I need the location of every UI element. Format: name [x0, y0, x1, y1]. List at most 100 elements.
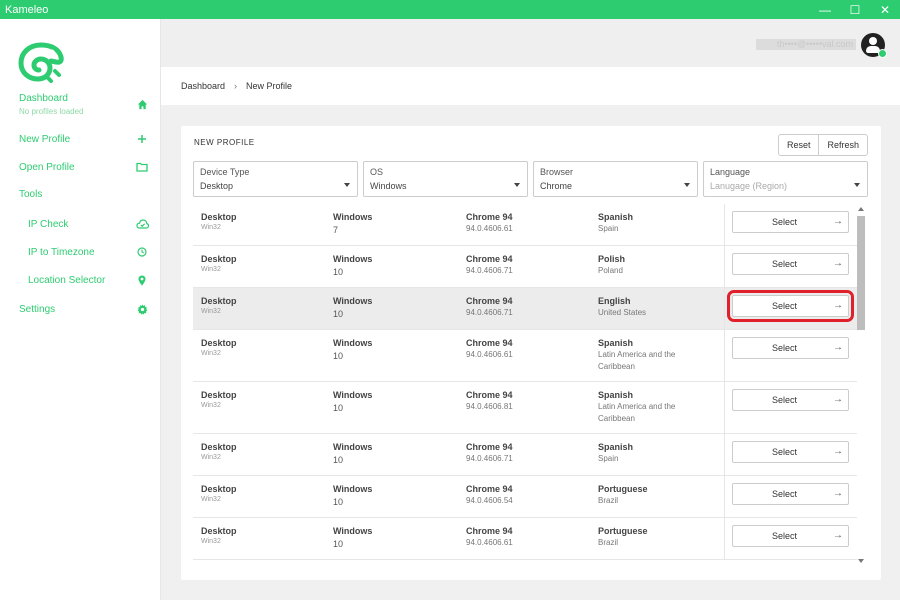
- language-name: English: [598, 296, 631, 306]
- os-cell: Windows 10: [333, 442, 372, 465]
- select-button-label: Select: [771, 217, 797, 227]
- arrow-right-icon: →: [833, 216, 843, 227]
- select-button-label: Select: [771, 259, 797, 269]
- select-profile-button[interactable]: Select →: [732, 337, 849, 359]
- select-profile-button[interactable]: Select →: [732, 389, 849, 411]
- breadcrumb-dashboard-link[interactable]: Dashboard: [181, 81, 225, 91]
- gear-icon: [135, 302, 149, 316]
- language-name: Polish: [598, 254, 626, 264]
- sidebar-item-open-profile[interactable]: Open Profile: [19, 160, 149, 174]
- sidebar-item-new-profile[interactable]: New Profile: [19, 132, 149, 146]
- language-cell: Portuguese Brazil: [598, 484, 708, 507]
- os-select[interactable]: OS Windows: [363, 161, 528, 197]
- device-name: Desktop: [201, 212, 237, 222]
- browser-cell: Chrome 94 94.0.4606.71: [466, 442, 513, 463]
- table-row: Desktop Win32 Windows 10 Chrome 94 94.0.4606.…: [193, 476, 857, 518]
- close-icon[interactable]: ✕: [870, 0, 900, 19]
- browser-name: Chrome 94: [466, 442, 513, 452]
- os-version: 10: [333, 267, 344, 277]
- browser-version: 94.0.4606.54: [466, 496, 513, 505]
- browser-version: 94.0.4606.81: [466, 402, 513, 411]
- arrow-right-icon: →: [833, 530, 843, 541]
- select-profile-button[interactable]: Select →: [732, 483, 849, 505]
- dashboard-status-text: No profiles loaded: [19, 107, 84, 116]
- device-cell: Desktop Win32: [201, 254, 237, 273]
- browser-name: Chrome 94: [466, 254, 513, 264]
- sidebar-item-location-selector[interactable]: Location Selector: [28, 273, 149, 287]
- select-button-label: Select: [771, 343, 797, 353]
- breadcrumb-current: New Profile: [246, 81, 293, 91]
- browser-cell: Chrome 94 94.0.4606.54: [466, 484, 513, 505]
- reset-button[interactable]: Reset: [779, 135, 819, 155]
- select-profile-button[interactable]: Select →: [727, 290, 854, 322]
- profile-list: Desktop Win32 Windows 7 Chrome 94 94.0.4606.6…: [193, 204, 857, 566]
- os-version: 10: [333, 309, 344, 319]
- os-name: Windows: [333, 526, 373, 536]
- select-button-label: Select: [771, 301, 797, 311]
- sidebar-item-ip-to-timezone[interactable]: IP to Timezone: [28, 245, 149, 259]
- avatar[interactable]: [861, 33, 887, 58]
- browser-name: Chrome 94: [466, 338, 513, 348]
- card-actions: Reset Refresh: [777, 134, 868, 156]
- select-profile-button[interactable]: Select →: [732, 253, 849, 275]
- language-cell: English United States: [598, 296, 708, 319]
- scrollbar-thumb[interactable]: [857, 216, 865, 330]
- filter-value: Chrome: [540, 181, 573, 191]
- language-name: Portuguese: [598, 484, 648, 494]
- os-cell: Windows 10: [333, 390, 372, 413]
- device-name: Desktop: [201, 390, 237, 400]
- minimize-icon[interactable]: —: [810, 0, 840, 19]
- cloud-check-icon: [135, 217, 149, 231]
- scroll-down-icon[interactable]: [858, 559, 864, 563]
- table-row: Desktop Win32 Windows 10 Chrome 94 94.0.4606.…: [193, 434, 857, 476]
- list-scrollbar[interactable]: [857, 204, 865, 566]
- sidebar-item-ip-check[interactable]: IP Check: [28, 217, 149, 231]
- language-select[interactable]: Language Lanugage (Region): [703, 161, 868, 197]
- select-button-label: Select: [771, 395, 797, 405]
- table-row: Desktop Win32 Windows 10 Chrome 94 94.0.4606.…: [193, 246, 857, 288]
- home-icon: [135, 98, 149, 112]
- platform-name: Win32: [201, 538, 221, 545]
- select-profile-button[interactable]: Select →: [732, 525, 849, 547]
- browser-select[interactable]: Browser Chrome: [533, 161, 698, 197]
- select-button-label: Select: [771, 447, 797, 457]
- device-name: Desktop: [201, 254, 237, 264]
- select-profile-button[interactable]: Select →: [732, 211, 849, 233]
- account-email: th••••@•••••val.com: [756, 39, 856, 50]
- os-cell: Windows 10: [333, 338, 372, 361]
- breadcrumb-separator-icon: ›: [234, 81, 238, 91]
- device-cell: Desktop Win32: [201, 296, 237, 315]
- folder-icon: [135, 160, 149, 174]
- table-row: Desktop Win32 Windows 10 Chrome 94 94.0.4606.…: [193, 288, 857, 330]
- sidebar-item-tools[interactable]: Tools: [19, 189, 149, 200]
- maximize-icon[interactable]: ☐: [840, 0, 870, 19]
- browser-version: 94.0.4606.71: [466, 454, 513, 463]
- device-cell: Desktop Win32: [201, 442, 237, 461]
- column-divider: [724, 246, 725, 287]
- device-cell: Desktop Win32: [201, 526, 237, 545]
- caret-down-icon: [344, 183, 350, 187]
- refresh-button[interactable]: Refresh: [818, 135, 867, 155]
- browser-cell: Chrome 94 94.0.4606.61: [466, 526, 513, 547]
- region-name: Latin America and the Caribbean: [598, 350, 676, 371]
- breadcrumb: Dashboard › New Profile: [161, 67, 900, 105]
- os-name: Windows: [333, 212, 373, 222]
- language-name: Spanish: [598, 390, 634, 400]
- os-version: 10: [333, 455, 344, 465]
- top-header: th••••@•••••val.com: [161, 19, 900, 67]
- language-cell: Portuguese Brazil: [598, 526, 708, 549]
- scroll-up-icon[interactable]: [858, 207, 864, 211]
- os-version: 10: [333, 351, 344, 361]
- device-type-select[interactable]: Device Type Desktop: [193, 161, 358, 197]
- language-name: Spanish: [598, 338, 634, 348]
- plus-icon: [135, 132, 149, 146]
- sidebar-item-settings[interactable]: Settings: [19, 302, 149, 316]
- column-divider: [724, 518, 725, 559]
- table-row: Desktop Win32 Windows 10 Chrome 94 94.0.4606.…: [193, 382, 857, 434]
- select-profile-button[interactable]: Select →: [732, 441, 849, 463]
- new-profile-card: NEW PROFILE Reset Refresh Device Type De…: [181, 126, 881, 580]
- browser-version: 94.0.4606.61: [466, 350, 513, 359]
- sidebar-item-dashboard[interactable]: Dashboard No profiles loaded: [19, 93, 149, 116]
- sidebar: Dashboard No profiles loaded New Profile…: [0, 19, 161, 600]
- browser-cell: Chrome 94 94.0.4606.71: [466, 254, 513, 275]
